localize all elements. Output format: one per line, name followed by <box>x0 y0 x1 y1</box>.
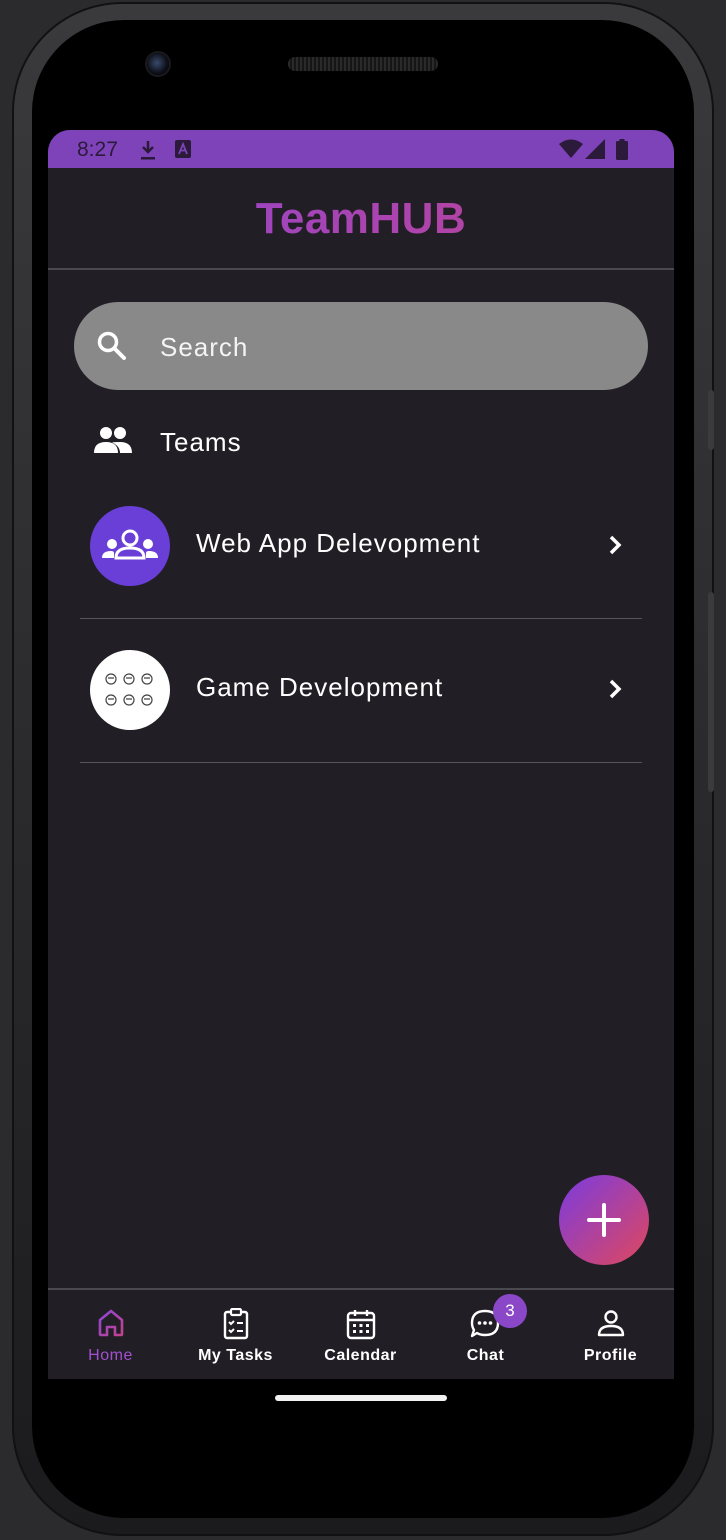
group-avatar <box>90 506 170 586</box>
teams-section-label: Teams <box>160 427 242 457</box>
add-team-button[interactable] <box>559 1175 649 1265</box>
faces-icon <box>105 673 153 706</box>
download-icon <box>138 139 158 166</box>
bottom-navigation: Home My Tasks Calendar 3 Chat Profile <box>48 1288 674 1379</box>
power-button <box>708 592 714 792</box>
people-icon <box>94 425 132 460</box>
plus-icon <box>587 1203 621 1237</box>
nav-home-label: Home <box>88 1347 133 1364</box>
text-notification-icon <box>174 139 192 164</box>
nav-profile-label: Profile <box>583 1347 638 1364</box>
search-input[interactable] <box>158 328 622 366</box>
search-icon[interactable] <box>96 330 128 367</box>
team-name: Game Development <box>196 672 444 702</box>
group-icon <box>102 529 158 560</box>
person-icon <box>597 1308 625 1343</box>
nav-calendar[interactable]: Calendar <box>298 1290 423 1379</box>
nav-my-tasks-label: My Tasks <box>198 1347 273 1364</box>
team-row[interactable]: Web App Delevopment <box>80 474 642 619</box>
nav-chat-label: Chat <box>466 1347 505 1364</box>
team-name: Web App Delevopment <box>196 528 481 558</box>
home-icon <box>97 1308 125 1343</box>
volume-button <box>708 390 714 450</box>
chevron-right-icon <box>608 534 622 561</box>
home-indicator[interactable] <box>275 1395 447 1401</box>
signal-icon <box>585 139 605 164</box>
nav-my-tasks[interactable]: My Tasks <box>173 1290 298 1379</box>
team-row[interactable]: Game Development <box>80 618 642 763</box>
search-bar[interactable] <box>74 302 648 390</box>
app-header: TeamHUB <box>48 168 674 270</box>
front-camera <box>147 53 169 75</box>
status-bar: 8:27 <box>48 130 674 168</box>
app-screen: 8:27 TeamHUB Search Teams Web App Delevo… <box>48 130 674 1379</box>
battery-icon <box>616 139 628 165</box>
chevron-right-icon <box>608 678 622 705</box>
nav-chat[interactable]: 3 Chat <box>423 1290 548 1379</box>
faces-avatar <box>90 650 170 730</box>
app-title: TeamHUB <box>48 194 674 244</box>
nav-profile[interactable]: Profile <box>548 1290 673 1379</box>
nav-home[interactable]: Home <box>48 1290 173 1379</box>
status-time: 8:27 <box>77 138 118 161</box>
earpiece-speaker <box>288 57 438 71</box>
calendar-icon <box>346 1308 376 1345</box>
chat-unread-badge: 3 <box>493 1294 527 1328</box>
nav-calendar-label: Calendar <box>324 1347 397 1364</box>
wifi-icon <box>559 139 583 164</box>
clipboard-icon <box>223 1307 249 1345</box>
